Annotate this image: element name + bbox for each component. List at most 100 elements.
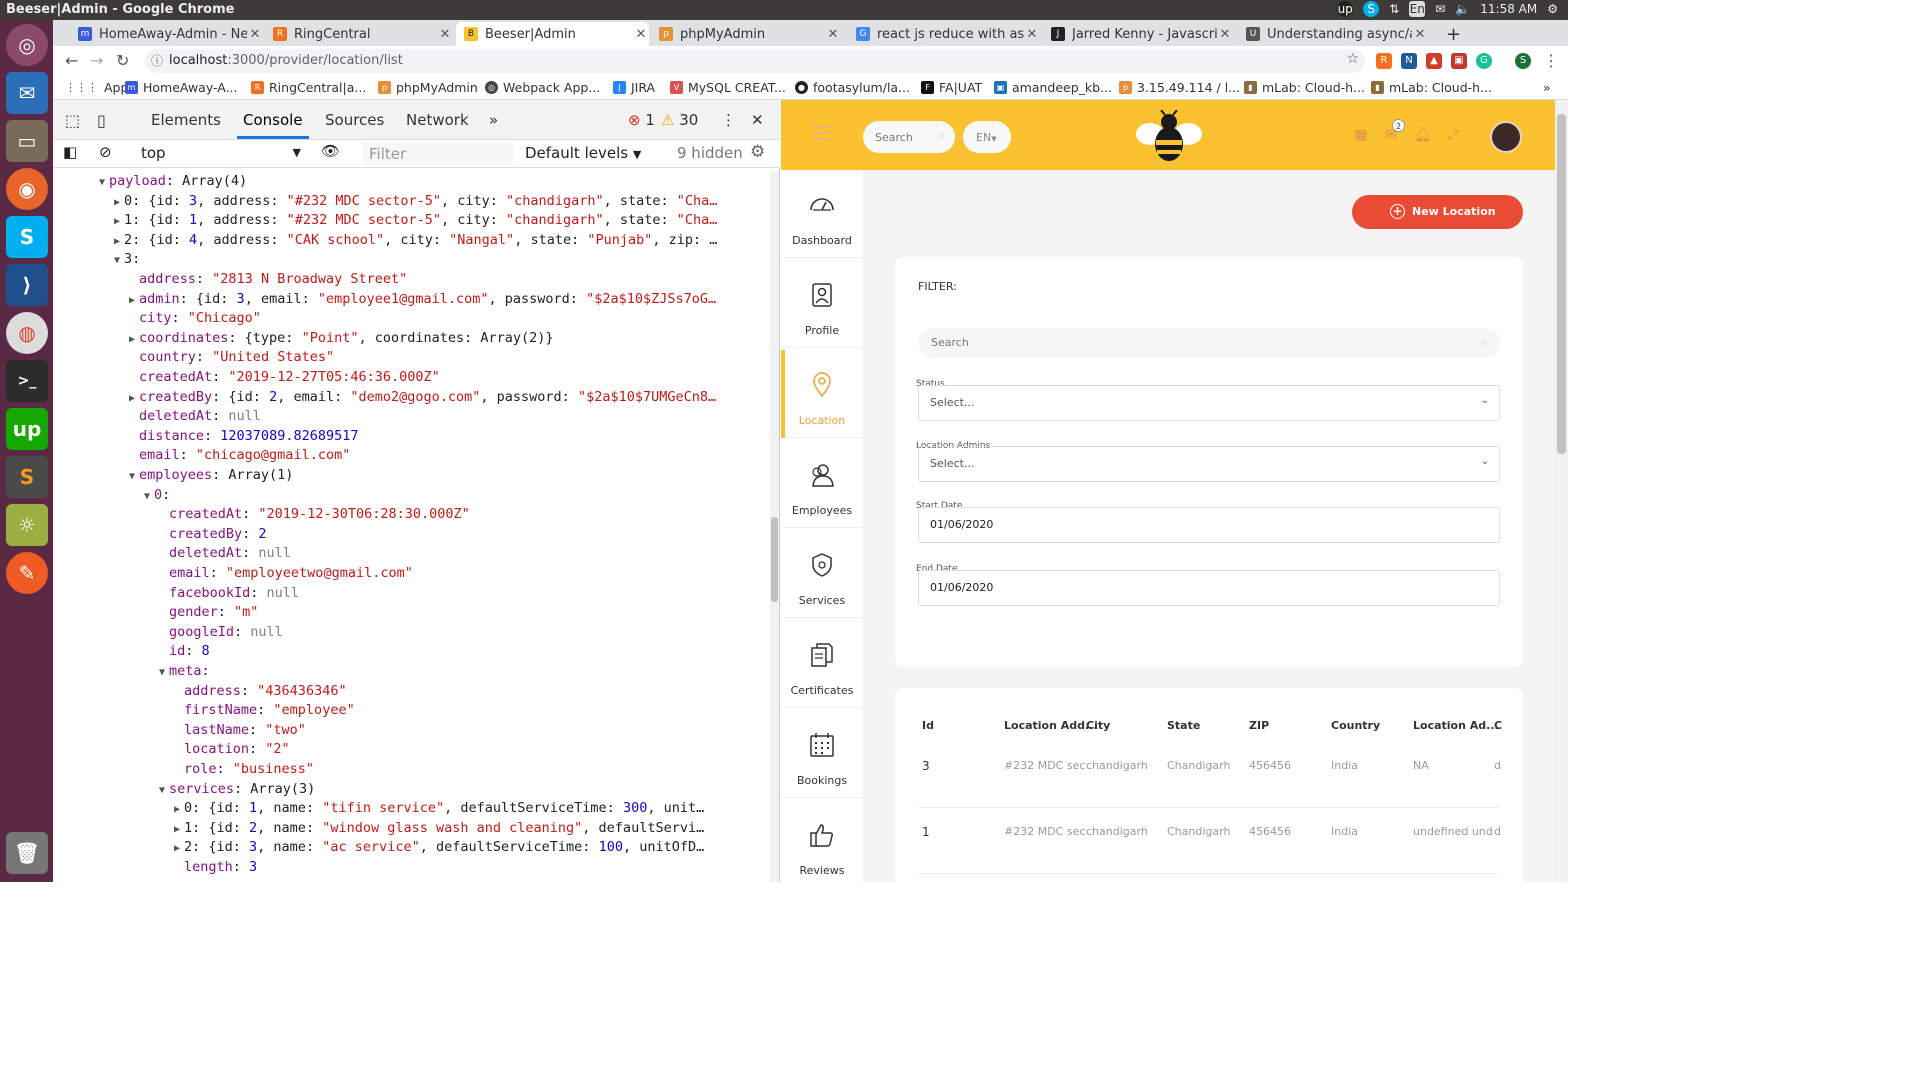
extension-red-icon[interactable]: ▲ bbox=[1426, 53, 1442, 69]
files-icon[interactable]: ▭ bbox=[6, 120, 48, 162]
collapsed-triangle-icon[interactable]: ▶ bbox=[114, 193, 124, 212]
chrome-icon[interactable]: ◍ bbox=[6, 312, 48, 354]
column-header-city[interactable]: City bbox=[1086, 719, 1110, 732]
collapsed-triangle-icon[interactable]: ▶ bbox=[114, 212, 124, 231]
error-count[interactable]: ⊗ 1 bbox=[628, 111, 655, 129]
collapsed-triangle-icon[interactable]: ▶ bbox=[174, 839, 184, 858]
postman-icon[interactable]: ✎ bbox=[6, 552, 48, 594]
vscode-icon[interactable]: ⟩ bbox=[6, 264, 48, 306]
keyboard-layout-indicator[interactable]: En bbox=[1409, 1, 1426, 17]
language-selector[interactable]: EN▼ bbox=[963, 121, 1011, 153]
devtools-menu-icon[interactable]: ⋮ bbox=[721, 111, 736, 129]
bookmark-homeaway[interactable]: m HomeAway-A... bbox=[125, 80, 238, 95]
console-line[interactable]: ▼ employees: Array(1) bbox=[129, 466, 293, 485]
column-header-state[interactable]: State bbox=[1167, 719, 1200, 732]
console-line[interactable]: ▶ 0: {id: 1, name: "tifin service", defau… bbox=[174, 799, 704, 818]
tab-network[interactable]: Network bbox=[406, 111, 469, 129]
console-line[interactable]: ▶ 2: {id: 4, address: "CAK school", city:… bbox=[114, 231, 717, 250]
system-settings-icon[interactable]: ☼ bbox=[6, 504, 48, 546]
collapsed-triangle-icon[interactable]: ▶ bbox=[174, 800, 184, 819]
network-transfer-icon[interactable]: ⇅ bbox=[1389, 2, 1399, 16]
console-line[interactable]: ▶ 0: {id: 3, address: "#232 MDC sector-5"… bbox=[114, 192, 717, 211]
nav-reviews[interactable]: Reviews bbox=[781, 800, 863, 882]
console-line[interactable]: ▼ payload: Array(4) bbox=[99, 172, 247, 191]
devtools-close-icon[interactable]: ✕ bbox=[751, 111, 764, 129]
scrollbar-thumb[interactable] bbox=[1557, 114, 1566, 454]
extension-ringcentral-icon[interactable]: R bbox=[1376, 53, 1392, 69]
column-header-country[interactable]: Country bbox=[1331, 719, 1380, 732]
extension-news-icon[interactable]: N bbox=[1401, 53, 1417, 69]
header-search-input[interactable]: Search ⌕ bbox=[863, 121, 955, 153]
back-arrow-icon[interactable]: ← bbox=[65, 51, 78, 70]
bookmark-ringcentral[interactable]: R RingCentral|a... bbox=[251, 80, 366, 95]
console-scrollbar[interactable] bbox=[770, 172, 779, 882]
location-admins-select[interactable]: Select... ⌄ bbox=[918, 446, 1500, 482]
filter-search-input[interactable]: Search ⌕ bbox=[918, 328, 1500, 358]
console-line[interactable]: ▶ 2: {id: 3, name: "ac service", defaultS… bbox=[174, 838, 704, 857]
upwork-tray-icon[interactable]: up bbox=[1337, 1, 1354, 17]
tab-phpmyadmin[interactable]: p phpMyAdmin ✕ bbox=[651, 22, 841, 46]
console-line[interactable]: ▶ 1: {id: 2, name: "window glass wash and… bbox=[174, 819, 704, 838]
nav-employees[interactable]: Employees bbox=[781, 440, 863, 528]
tab-close-icon[interactable]: ✕ bbox=[633, 27, 649, 42]
fullscreen-icon[interactable]: ⤢ bbox=[1445, 127, 1461, 143]
power-gear-icon[interactable]: ⚙ bbox=[1547, 2, 1558, 16]
tab-understanding-async[interactable]: U Understanding async/aw ✕ bbox=[1238, 22, 1428, 46]
tab-close-icon[interactable]: ✕ bbox=[1412, 27, 1428, 42]
eye-icon[interactable]: 👁 bbox=[321, 142, 340, 160]
clear-console-icon[interactable]: ⊘ bbox=[99, 143, 112, 161]
volume-icon[interactable]: 🔈 bbox=[1455, 2, 1470, 16]
collapsed-triangle-icon[interactable]: ▶ bbox=[129, 291, 139, 310]
collapsed-triangle-icon[interactable]: ▶ bbox=[129, 330, 139, 349]
nav-certificates[interactable]: Certificates bbox=[781, 620, 863, 708]
tab-close-icon[interactable]: ✕ bbox=[247, 27, 263, 42]
page-scrollbar[interactable] bbox=[1555, 100, 1568, 882]
end-date-field[interactable]: 01/06/2020 bbox=[918, 570, 1500, 606]
inspect-element-icon[interactable]: ⬚ bbox=[65, 111, 80, 130]
console-line[interactable]: ▼ meta: bbox=[159, 662, 210, 681]
tab-close-icon[interactable]: ✕ bbox=[437, 27, 453, 42]
bee-logo[interactable] bbox=[1136, 110, 1202, 165]
terminal-icon[interactable]: >_ bbox=[6, 360, 48, 402]
console-line[interactable]: ▼ 0: bbox=[144, 486, 170, 505]
column-header-id[interactable]: Id bbox=[922, 719, 934, 732]
tab-sources[interactable]: Sources bbox=[325, 111, 384, 129]
bookmark-webpack[interactable]: ◎ Webpack App... bbox=[485, 80, 600, 95]
skype-tray-icon[interactable]: S bbox=[1363, 1, 1380, 17]
console-line[interactable]: ▶ 1: {id: 1, address: "#232 MDC sector-5"… bbox=[114, 211, 717, 230]
info-icon[interactable]: ⓘ bbox=[151, 52, 163, 69]
device-toolbar-icon[interactable]: ▯ bbox=[97, 111, 106, 130]
collapsed-triangle-icon[interactable]: ▶ bbox=[129, 389, 139, 408]
start-date-field[interactable]: 01/06/2020 bbox=[918, 507, 1500, 543]
tab-close-icon[interactable]: ✕ bbox=[825, 27, 841, 42]
address-bar[interactable]: ⓘ localhost:3000/provider/location/list … bbox=[145, 49, 1365, 73]
mail-tray-icon[interactable]: ✉ bbox=[1435, 2, 1445, 16]
scrollbar-thumb[interactable] bbox=[771, 517, 778, 602]
tab-homeaway-admin[interactable]: m HomeAway-Admin - New ✕ bbox=[70, 22, 263, 46]
console-line[interactable]: ▼ 3: bbox=[114, 250, 140, 269]
expanded-triangle-icon[interactable]: ▼ bbox=[129, 467, 139, 486]
nav-services[interactable]: Services bbox=[781, 530, 863, 618]
thunderbird-icon[interactable]: ✉ bbox=[6, 72, 48, 114]
nav-dashboard[interactable]: Dashboard bbox=[781, 170, 863, 258]
expanded-triangle-icon[interactable]: ▼ bbox=[99, 173, 109, 192]
tab-ringcentral[interactable]: R RingCentral ✕ bbox=[265, 22, 453, 46]
nav-location[interactable]: Location bbox=[781, 350, 863, 438]
hamburger-menu-icon[interactable] bbox=[813, 126, 831, 140]
bookmark-fa-uat[interactable]: F FA|UAT bbox=[921, 80, 982, 95]
log-levels-dropdown[interactable]: Default levels ▼ bbox=[525, 144, 641, 162]
bookmark-mysql[interactable]: V MySQL CREAT... bbox=[670, 80, 786, 95]
tab-react-reduce[interactable]: G react js reduce with async ✕ bbox=[848, 22, 1040, 46]
bookmark-mlab-1[interactable]: ▮ mLab: Cloud-h... bbox=[1244, 80, 1365, 95]
nav-bookings[interactable]: Bookings bbox=[781, 710, 863, 798]
console-line[interactable]: ▶ createdBy: {id: 2, email: "demo2@gogo.c… bbox=[129, 388, 716, 407]
bookmark-amandeep[interactable]: ▣ amandeep_kb... bbox=[994, 80, 1112, 95]
bookmark-mlab-2[interactable]: ▮ mLab: Cloud-h... bbox=[1371, 80, 1492, 95]
upwork-icon[interactable]: up bbox=[6, 408, 48, 450]
trash-icon[interactable]: 🗑 bbox=[6, 832, 48, 874]
console-line[interactable]: ▶ coordinates: {type: "Point", coordinate… bbox=[129, 329, 554, 348]
bookmark-phpmyadmin[interactable]: p phpMyAdmin bbox=[378, 80, 478, 95]
expanded-triangle-icon[interactable]: ▼ bbox=[114, 251, 124, 270]
bookmark-star-icon[interactable]: ☆ bbox=[1346, 51, 1359, 67]
bookmarks-overflow-icon[interactable]: » bbox=[1543, 80, 1551, 95]
